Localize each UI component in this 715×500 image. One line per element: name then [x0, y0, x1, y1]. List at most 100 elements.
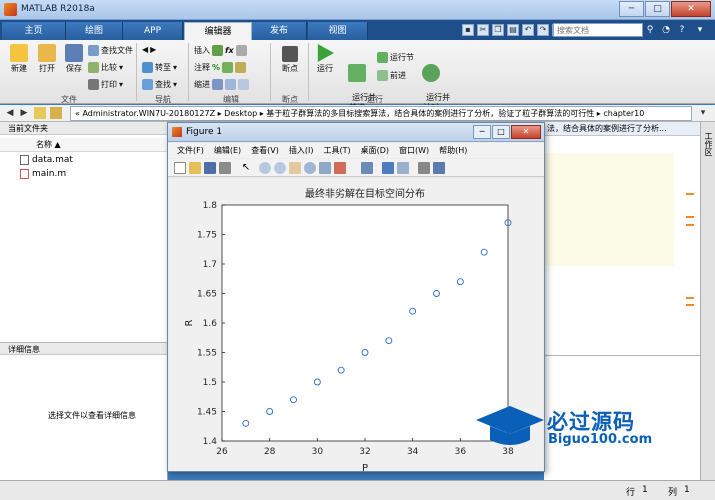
tab-plots[interactable]: 绘图 [66, 22, 123, 40]
tab-publish[interactable]: 发布 [252, 22, 307, 40]
show-plot-tools-icon[interactable] [433, 162, 445, 174]
window-titlebar: MATLAB R2018a ─ □ ✕ [0, 0, 715, 20]
pointer-icon[interactable]: ↖ [240, 162, 252, 174]
name-column-header[interactable]: 名称 ▲ [0, 138, 168, 152]
figure-titlebar[interactable]: Figure 1 ─ □ ✕ [168, 123, 544, 142]
group-label-file: 文件 [61, 95, 77, 104]
menu-edit[interactable]: 编辑(E) [209, 143, 246, 158]
zoom-out-icon[interactable] [274, 162, 286, 174]
menu-insert[interactable]: 插入(I) [284, 143, 319, 158]
minimize-button[interactable]: ─ [619, 1, 644, 17]
run-section-button[interactable]: 运行节 [377, 52, 414, 63]
find-icon [142, 79, 153, 90]
tab-home[interactable]: 主页 [2, 22, 66, 40]
axes-box[interactable] [221, 204, 509, 442]
help-icon[interactable]: ? [676, 24, 688, 36]
menu-help[interactable]: 帮助(H) [434, 143, 472, 158]
figure-close-button[interactable]: ✕ [511, 125, 541, 139]
tab-editor[interactable]: 编辑器 [184, 22, 252, 40]
run-time-icon [422, 64, 440, 82]
data-cursor-icon[interactable] [319, 162, 331, 174]
run-button[interactable]: 运行 [313, 44, 337, 74]
details-title: 详细信息 [0, 342, 168, 355]
wrap-comments-icon [235, 62, 247, 73]
brush-icon[interactable] [334, 162, 346, 174]
cut-icon[interactable]: ✂ [477, 24, 489, 36]
community-icon[interactable]: ◔ [660, 24, 672, 36]
menu-desktop[interactable]: 桌面(D) [356, 143, 394, 158]
analyzer-mark[interactable] [686, 193, 694, 195]
ribbon-expand-icon[interactable]: ▾ [694, 24, 706, 36]
insert-button[interactable]: 插入 fx [194, 45, 247, 56]
compare-button[interactable]: 比较 ▾ [88, 62, 123, 73]
rotate-icon[interactable] [304, 162, 316, 174]
indent-button[interactable]: 缩进 [194, 79, 249, 90]
redo-icon[interactable]: ↷ [537, 24, 549, 36]
save-button[interactable]: 保存 [61, 44, 87, 74]
analyzer-mark[interactable] [686, 216, 694, 218]
print-button[interactable]: 打印 ▾ [88, 79, 123, 90]
copy-icon[interactable]: ❐ [492, 24, 504, 36]
current-folder-path[interactable]: « Administrator.WIN7U-20180127Z ▸ Deskto… [70, 106, 692, 121]
menu-window[interactable]: 窗口(W) [394, 143, 434, 158]
new-icon [10, 44, 28, 62]
tab-apps[interactable]: APP [123, 22, 183, 40]
y-tick-label: 1.65 [197, 290, 217, 300]
find-label: 查找 [155, 80, 171, 89]
search-icon[interactable]: ⚲ [644, 24, 656, 36]
link-plot-icon[interactable] [361, 162, 373, 174]
find-files-button[interactable]: 查找文件 [88, 45, 133, 56]
function-icon: fx [225, 46, 234, 55]
menu-view[interactable]: 查看(V) [246, 143, 284, 158]
workspace-sidebar[interactable]: 工作区 [700, 122, 715, 480]
figure-menubar: 文件(F) 编辑(E) 查看(V) 插入(I) 工具(T) 桌面(D) 窗口(W… [168, 143, 544, 158]
paste-icon[interactable]: ▤ [507, 24, 519, 36]
close-button[interactable]: ✕ [671, 1, 711, 17]
pan-icon[interactable] [289, 162, 301, 174]
back-arrow-icon: ◀ [142, 45, 149, 54]
colorbar-icon[interactable] [382, 162, 394, 174]
y-tick-label: 1.7 [203, 260, 217, 270]
up-folder-icon[interactable] [34, 107, 46, 119]
file-item-main-m[interactable]: main.m [20, 169, 66, 179]
print-figure-icon[interactable] [219, 162, 231, 174]
figure-maximize-button[interactable]: □ [492, 125, 510, 139]
analyzer-mark[interactable] [686, 297, 694, 299]
new-button[interactable]: 新建 [6, 44, 32, 74]
legend-icon[interactable] [397, 162, 409, 174]
maximize-button[interactable]: □ [645, 1, 670, 17]
advance-button[interactable]: 前进 [377, 70, 406, 81]
analyzer-mark[interactable] [686, 224, 694, 226]
zoom-in-icon[interactable] [259, 162, 271, 174]
run-icon [317, 44, 334, 62]
analyzer-mark[interactable] [686, 304, 694, 306]
editor-tab-strip[interactable]: 法，结合具体的案例进行了分析... [544, 122, 702, 136]
comment-button[interactable]: 注释% [194, 62, 247, 73]
save-figure-icon[interactable] [204, 162, 216, 174]
search-documentation-input[interactable] [553, 23, 643, 37]
quick-access-toolbar: ▪ ✂ ❐ ▤ ↶ ↷ ▦ [462, 24, 564, 36]
menu-tools[interactable]: 工具(T) [318, 143, 355, 158]
browse-folder-icon[interactable] [50, 107, 62, 119]
open-button[interactable]: 打开 [34, 44, 60, 74]
forward-icon[interactable]: ▶ [18, 107, 30, 119]
back-icon[interactable]: ◀ [4, 107, 16, 119]
editor-pane[interactable] [544, 153, 674, 266]
open-file-icon[interactable] [189, 162, 201, 174]
hide-plot-tools-icon[interactable] [418, 162, 430, 174]
save-quick-icon[interactable]: ▪ [462, 24, 474, 36]
menu-file[interactable]: 文件(F) [172, 143, 209, 158]
path-dropdown-icon[interactable]: ▾ [697, 107, 709, 119]
back-forward-buttons[interactable]: ◀ ▶ [142, 45, 156, 54]
undo-icon[interactable]: ↶ [522, 24, 534, 36]
group-label-run: 运行 [367, 95, 383, 104]
tab-view[interactable]: 视图 [308, 22, 368, 40]
goto-button[interactable]: 转至 ▾ [142, 62, 177, 73]
smart-indent-icon [212, 79, 223, 90]
breakpoints-icon [282, 46, 298, 62]
breakpoints-button[interactable]: 断点 [276, 46, 304, 74]
new-figure-icon[interactable] [174, 162, 186, 174]
figure-minimize-button[interactable]: ─ [473, 125, 491, 139]
find-button[interactable]: 查找 ▾ [142, 79, 177, 90]
file-item-data-mat[interactable]: data.mat [20, 155, 73, 165]
